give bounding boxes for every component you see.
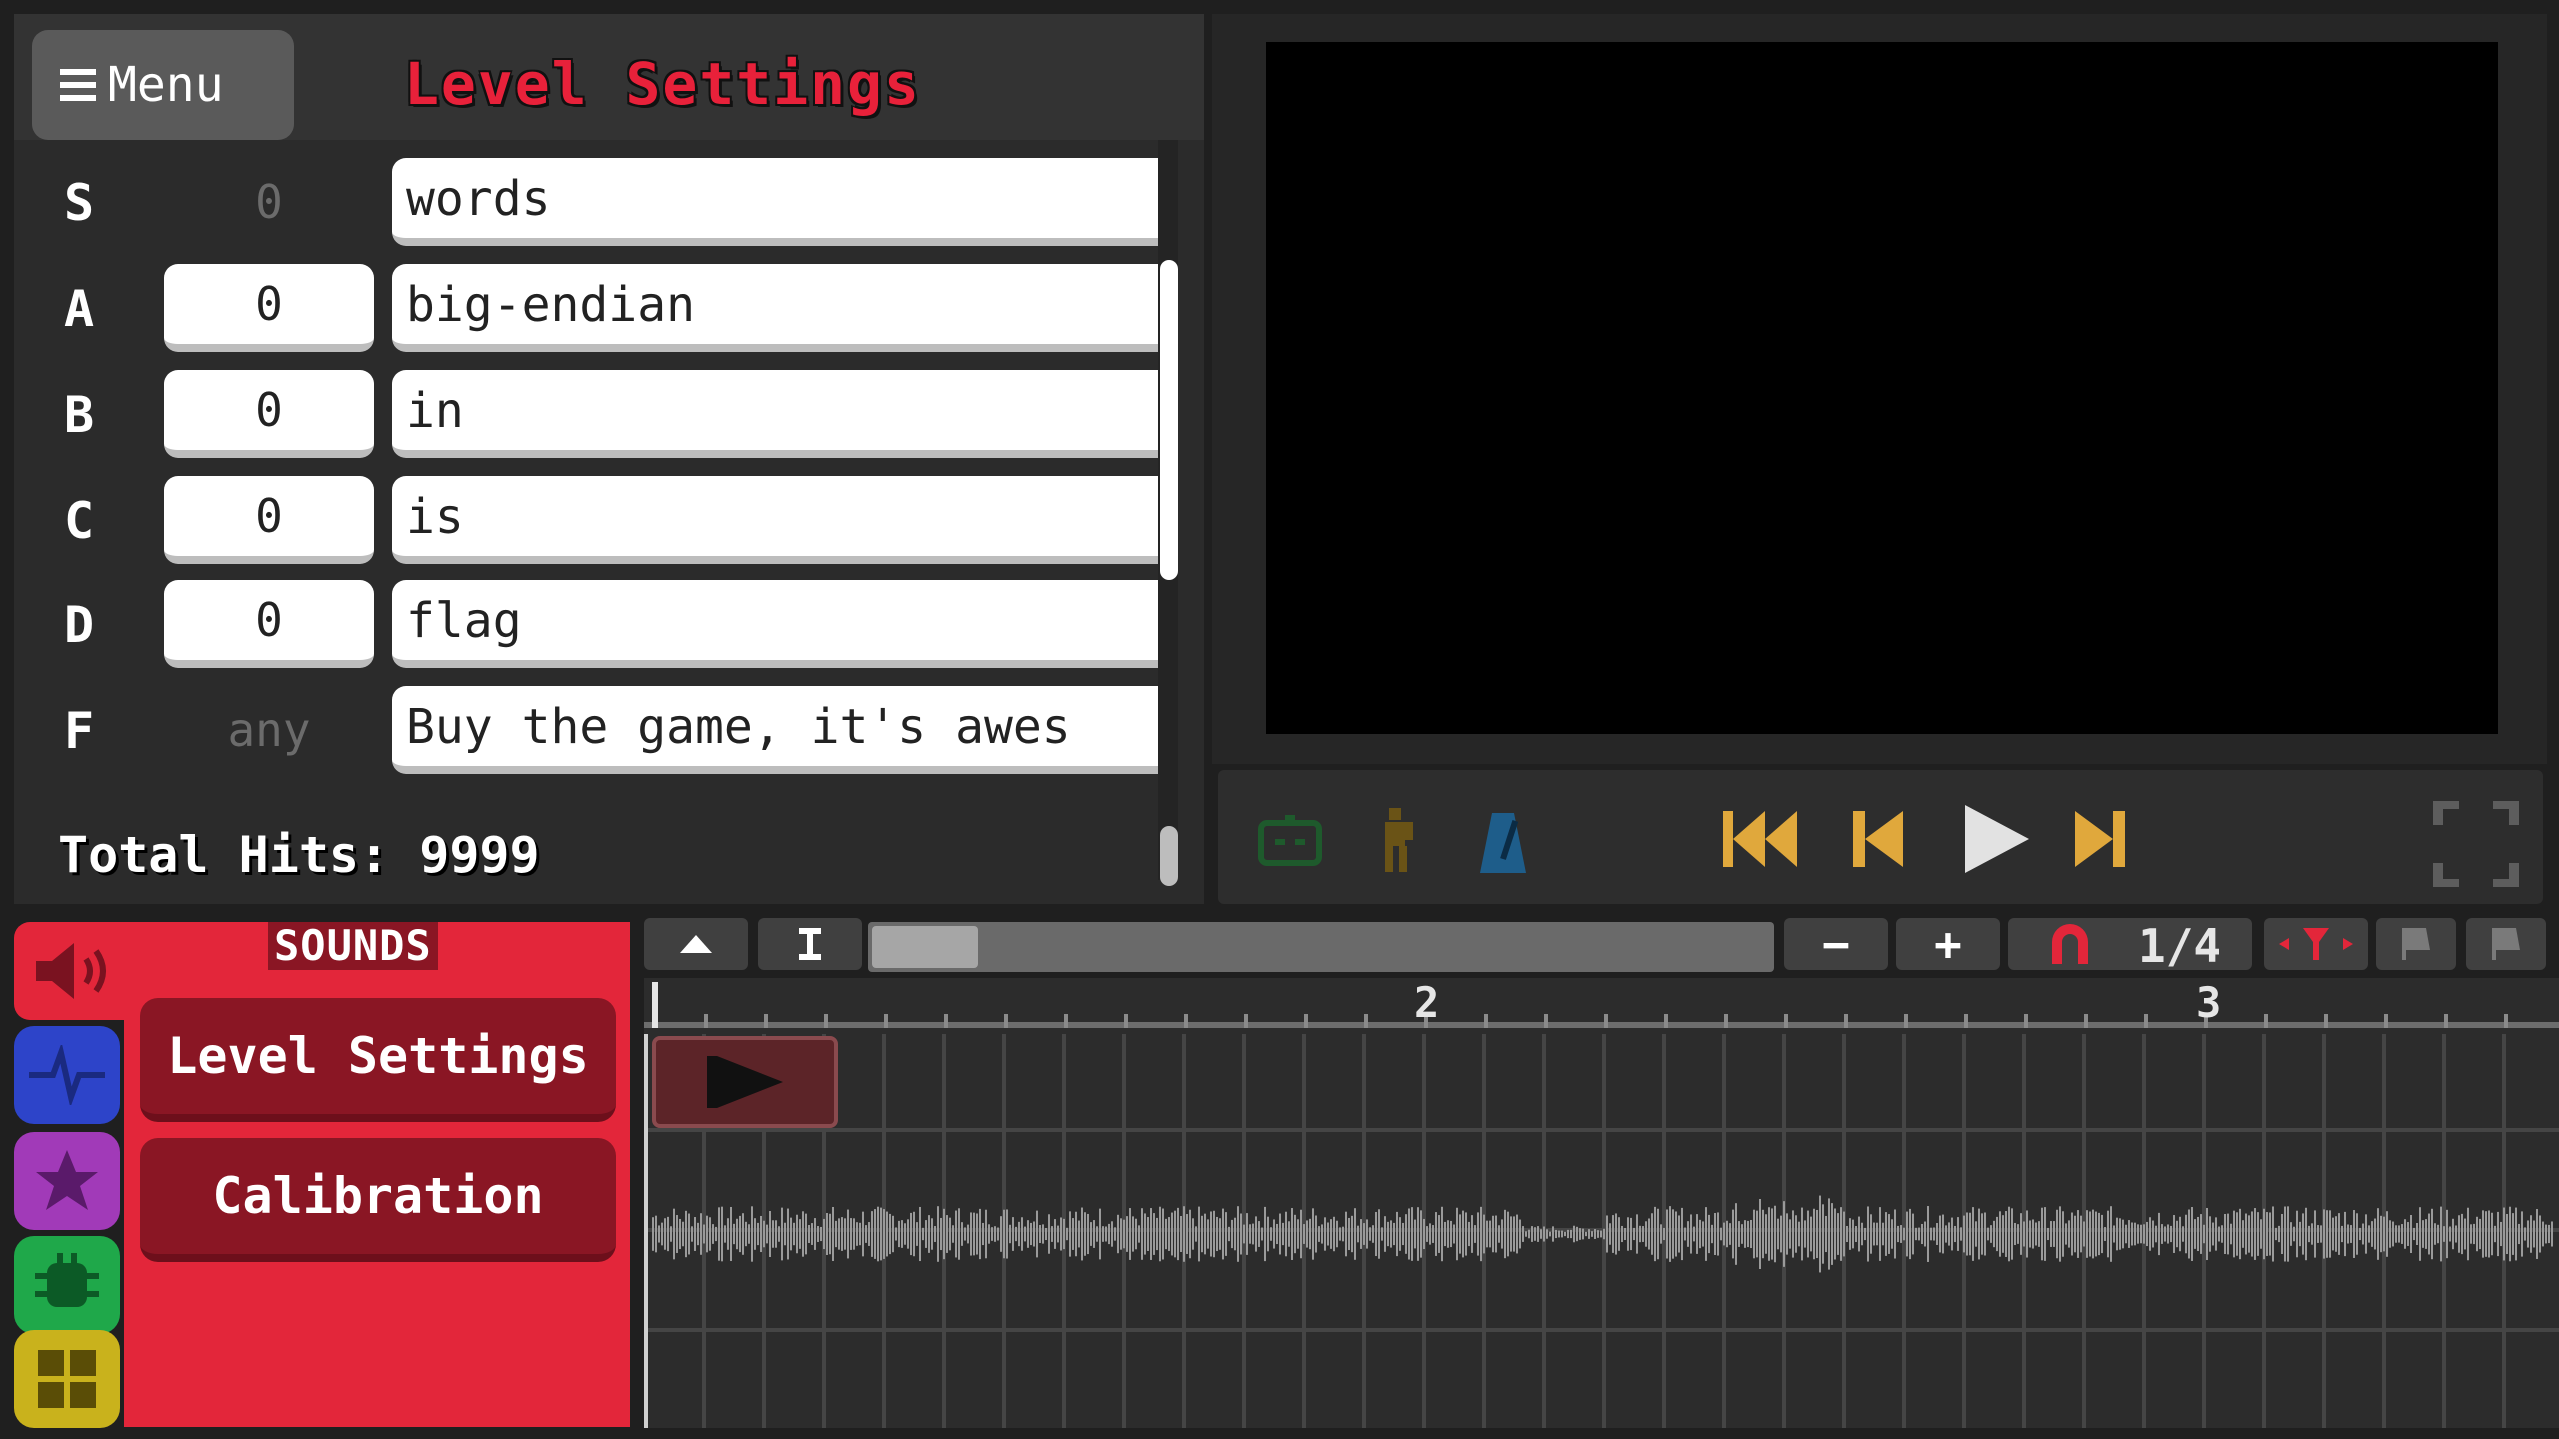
rank-text-field[interactable]: words — [392, 158, 1176, 246]
settings-scroll-handle[interactable] — [1160, 826, 1178, 886]
next-icon[interactable] — [2068, 804, 2132, 874]
robot-icon[interactable] — [1254, 810, 1326, 872]
star-icon — [36, 1150, 98, 1210]
hits-field[interactable]: 0 — [164, 264, 374, 352]
rank-text-field[interactable]: in — [392, 370, 1176, 458]
filter-button[interactable] — [2264, 918, 2368, 970]
rewind-start-icon[interactable] — [1720, 804, 1800, 874]
hits-field[interactable]: 0 — [164, 476, 374, 564]
flag-left-button[interactable] — [2376, 918, 2456, 970]
dancer-icon[interactable] — [1368, 806, 1424, 876]
rank-text-field[interactable]: Buy the game, it's awes — [392, 686, 1176, 774]
rank-letter: B — [63, 386, 95, 444]
flag-icon — [2402, 928, 2430, 960]
rank-row-d: D 0 flag — [14, 578, 1184, 674]
bug-icon — [35, 1253, 99, 1307]
sounds-title: SOUNDS — [268, 922, 438, 970]
tab-characters[interactable] — [14, 1236, 120, 1334]
menu-button[interactable]: Menu — [32, 30, 294, 140]
rank-text-field[interactable]: flag — [392, 580, 1176, 668]
zoom-out-button[interactable]: − — [1784, 917, 1888, 971]
rank-text-field[interactable]: is — [392, 476, 1176, 564]
menu-label: Menu — [108, 57, 224, 113]
beat-label-3: 3 — [2196, 978, 2222, 1027]
play-song-icon — [707, 1056, 783, 1108]
transport-bar — [1218, 770, 2543, 904]
game-preview — [1266, 42, 2498, 734]
tab-events[interactable] — [14, 1026, 120, 1124]
ibeam-icon — [799, 928, 821, 960]
hamburger-icon — [60, 69, 96, 101]
rank-row-s: S 0 words — [14, 156, 1184, 252]
ruler-ticks — [652, 982, 2508, 1028]
zoom-level: 1/4 — [2138, 919, 2222, 973]
tab-effects[interactable] — [14, 1132, 120, 1230]
flag-icon — [2492, 928, 2520, 960]
fullscreen-icon[interactable] — [2428, 796, 2524, 892]
magnet-icon — [2052, 924, 2088, 964]
triangle-up-icon — [680, 935, 712, 953]
metronome-icon[interactable] — [1472, 806, 1534, 878]
rank-letter: F — [63, 702, 95, 760]
timeline-grid[interactable] — [644, 1034, 2559, 1428]
previous-icon[interactable] — [1846, 804, 1910, 874]
settings-header: Menu Level Settings — [14, 14, 1204, 140]
grid-icon — [38, 1350, 96, 1408]
hits-value: any — [227, 703, 311, 757]
page-title: Level Settings — [404, 50, 921, 118]
beat-label-2: 2 — [1414, 978, 1440, 1027]
level-settings-button[interactable]: Level Settings — [140, 998, 616, 1122]
zoom-in-button[interactable]: + — [1896, 917, 2000, 971]
rank-row-c: C 0 is — [14, 474, 1184, 570]
settings-scroll-thumb[interactable] — [1160, 260, 1178, 580]
collapse-up-button[interactable] — [644, 918, 748, 970]
play-icon[interactable] — [1954, 798, 2036, 880]
text-cursor-button[interactable] — [758, 918, 862, 970]
rank-letter: A — [63, 280, 95, 338]
hits-value: 0 — [255, 175, 283, 229]
filter-icon — [2279, 928, 2353, 960]
rank-letter: D — [63, 596, 95, 654]
pulse-icon — [29, 1045, 105, 1105]
flag-right-button[interactable] — [2466, 918, 2546, 970]
play-song-clip[interactable] — [652, 1036, 838, 1128]
rank-text-field[interactable]: big-endian — [392, 264, 1176, 352]
hits-field[interactable]: 0 — [164, 370, 374, 458]
timeline-scroll-thumb[interactable] — [872, 926, 978, 968]
level-settings-panel: Menu Level Settings S 0 words A 0 big-en… — [14, 14, 1204, 904]
tab-patterns[interactable] — [14, 1330, 120, 1428]
hits-field[interactable]: 0 — [164, 580, 374, 668]
rank-row-b: B 0 in — [14, 368, 1184, 464]
total-hits: Total Hits: 9999 — [58, 826, 540, 884]
rank-row-a: A 0 big-endian — [14, 262, 1184, 358]
calibration-button[interactable]: Calibration — [140, 1138, 616, 1262]
timeline-scrollbar[interactable] — [868, 922, 1774, 972]
side-tabs — [14, 922, 124, 1428]
rank-letter: S — [63, 174, 95, 232]
rank-letter: C — [63, 492, 95, 550]
rank-row-f: F any Buy the game, it's awes — [14, 684, 1184, 780]
timeline-ruler[interactable]: 2 3 — [644, 978, 2559, 1028]
